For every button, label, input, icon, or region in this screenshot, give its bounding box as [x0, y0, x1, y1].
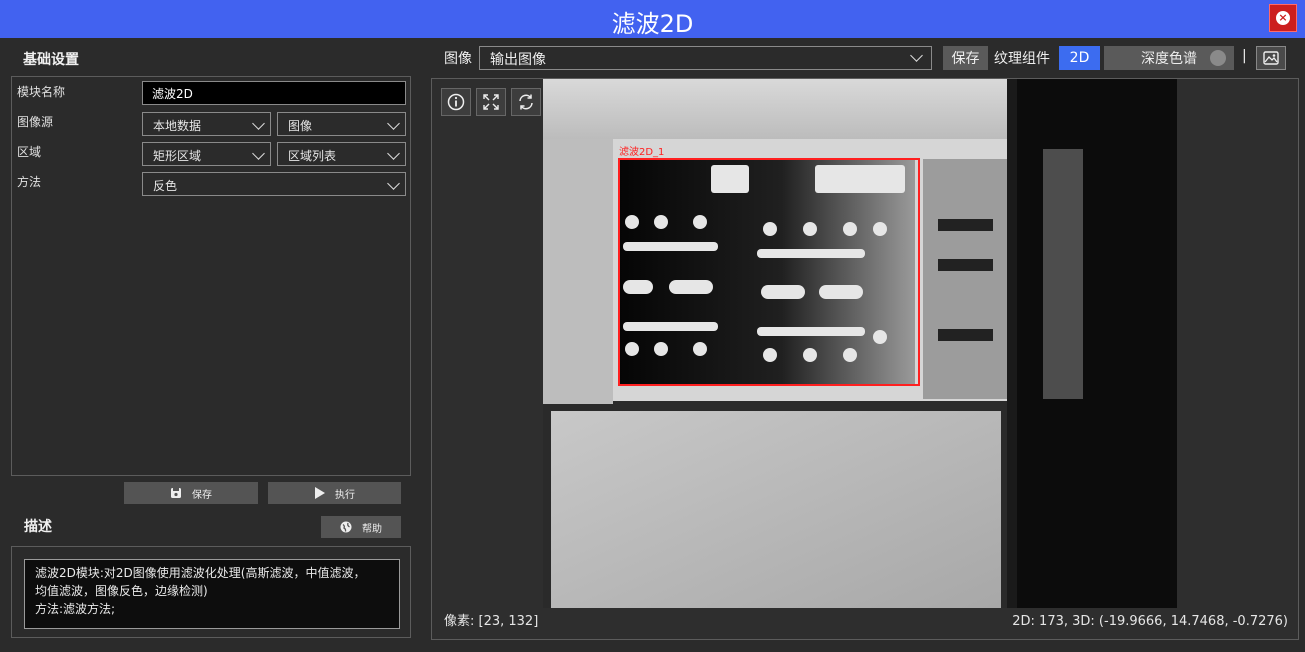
inspection-image: 滤波2D_1 [543, 79, 1177, 608]
depth-colormap-select[interactable]: 深度色谱 [1104, 46, 1234, 70]
refresh-icon [519, 94, 533, 110]
help-button[interactable]: 帮助 [321, 516, 401, 538]
globe-icon [340, 521, 352, 533]
image-source-select-value: 本地数据 [153, 119, 202, 133]
texture-component-label: 纹理组件 [994, 51, 1050, 67]
description-line: 均值滤波，图像反色，边缘检测) [35, 584, 208, 598]
chevron-down-icon [252, 117, 265, 130]
close-button[interactable]: × [1269, 4, 1297, 32]
save-button-label: 保存 [192, 489, 212, 501]
right-panel: 图像 输出图像 保存 纹理组件 2D 深度色谱 | 滤波2D_1 像素: [23… [420, 38, 1305, 652]
output-image-select[interactable]: 输出图像 [479, 46, 932, 70]
coordinate-status: 2D: 173, 3D: (-19.9666, 14.7468, -0.7276… [1012, 614, 1288, 629]
save-button[interactable]: 保存 [124, 482, 258, 504]
description-text: 滤波2D模块:对2D图像使用滤波化处理(高斯滤波，中值滤波， 均值滤波，图像反色… [24, 559, 400, 629]
chevron-down-icon [252, 147, 265, 160]
settings-box: 模块名称 滤波2D 图像源 本地数据 图像 区域 矩形区域 区域列表 方法 反色 [11, 76, 411, 476]
chevron-down-icon [387, 177, 400, 190]
image-source-label: 图像源 [17, 115, 54, 129]
image-viewer[interactable]: 滤波2D_1 像素: [23, 132] 2D: 173, 3D: (-19.9… [431, 78, 1299, 640]
expand-icon [483, 94, 499, 110]
module-name-input[interactable]: 滤波2D [142, 81, 406, 105]
run-button-label: 执行 [335, 489, 355, 501]
info-button[interactable] [441, 88, 471, 116]
pixel-status: 像素: [23, 132] [444, 614, 539, 629]
method-select[interactable]: 反色 [142, 172, 406, 196]
chevron-down-icon [387, 117, 400, 130]
method-label: 方法 [17, 175, 42, 189]
image-icon [1263, 51, 1279, 65]
image-export-button[interactable] [1256, 46, 1286, 70]
image-source-select[interactable]: 本地数据 [142, 112, 271, 136]
title-bar: 滤波2D × [0, 0, 1305, 38]
image-label: 图像 [444, 51, 472, 67]
image-select[interactable]: 图像 [277, 112, 406, 136]
left-panel: 基础设置 模块名称 滤波2D 图像源 本地数据 图像 区域 矩形区域 区域列表 … [0, 38, 420, 652]
region-type-select-value: 矩形区域 [153, 149, 202, 163]
run-button[interactable]: 执行 [268, 482, 401, 504]
close-icon: × [1276, 11, 1290, 25]
save-icon [171, 488, 181, 498]
region-type-select[interactable]: 矩形区域 [142, 142, 271, 166]
method-select-value: 反色 [153, 179, 178, 193]
save-image-button[interactable]: 保存 [943, 46, 988, 70]
description-title: 描述 [24, 519, 52, 535]
region-label: 区域 [17, 145, 42, 159]
module-name-label: 模块名称 [17, 85, 66, 99]
depth-colormap-select-value: 深度色谱 [1141, 51, 1197, 67]
output-image-select-value: 输出图像 [490, 52, 546, 68]
region-list-select-value: 区域列表 [288, 149, 337, 163]
chevron-down-icon [1210, 50, 1226, 66]
mode-2d-button[interactable]: 2D [1059, 46, 1100, 70]
description-line: 方法:滤波方法; [35, 602, 116, 616]
toolbar-separator: | [1242, 48, 1247, 64]
description-box: 滤波2D模块:对2D图像使用滤波化处理(高斯滤波，中值滤波， 均值滤波，图像反色… [11, 546, 411, 638]
play-icon [315, 487, 325, 499]
info-icon [447, 93, 465, 111]
roi-label: 滤波2D_1 [619, 145, 664, 158]
window-title: 滤波2D [611, 10, 694, 38]
basic-settings-title: 基础设置 [23, 52, 79, 68]
chevron-down-icon [387, 147, 400, 160]
chevron-down-icon [910, 49, 923, 62]
fit-view-button[interactable] [476, 88, 506, 116]
refresh-button[interactable] [511, 88, 541, 116]
help-button-label: 帮助 [362, 523, 382, 535]
image-select-value: 图像 [288, 119, 313, 133]
region-list-select[interactable]: 区域列表 [277, 142, 406, 166]
description-line: 滤波2D模块:对2D图像使用滤波化处理(高斯滤波，中值滤波， [35, 566, 366, 580]
